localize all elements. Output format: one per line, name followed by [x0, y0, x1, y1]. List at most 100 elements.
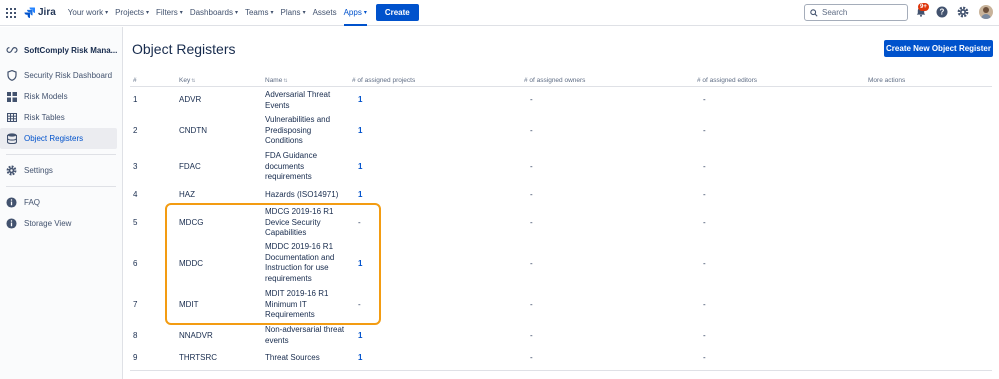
- column-label: Key: [179, 77, 191, 84]
- row-name[interactable]: Hazards (ISO14971): [265, 190, 365, 201]
- svg-text:?: ?: [940, 8, 945, 17]
- sidebar-item-label: Storage View: [24, 219, 72, 228]
- nav-label: Assets: [312, 8, 337, 17]
- notification-badge: 9+: [918, 3, 929, 11]
- sort-icon: ⇅: [283, 78, 288, 84]
- table-header-divider: [130, 86, 992, 87]
- nav-label: Apps: [343, 8, 362, 17]
- sidebar-item-risk-models[interactable]: Risk Models: [0, 86, 122, 107]
- sidebar-item-label: Settings: [24, 166, 53, 175]
- row-owners-count: -: [530, 126, 533, 135]
- sidebar-item-risk-tables[interactable]: Risk Tables: [0, 107, 122, 128]
- search-icon: [810, 8, 818, 17]
- project-header[interactable]: SoftComply Risk Mana...: [0, 42, 122, 58]
- column-header-key[interactable]: Key⇅: [179, 77, 195, 84]
- app-switcher-icon[interactable]: [6, 7, 16, 18]
- highlight-annotation-box: [165, 203, 381, 325]
- column-label: #: [133, 77, 137, 84]
- row-name[interactable]: FDA Guidance documents requirements: [265, 151, 345, 183]
- nav-apps[interactable]: Apps ▾: [343, 0, 368, 26]
- row-owners-count: -: [530, 95, 533, 104]
- database-icon: [6, 133, 17, 144]
- nav-projects[interactable]: Projects ▾: [115, 0, 149, 26]
- nav-plans[interactable]: Plans ▾: [281, 0, 306, 26]
- column-label: # of assigned editors: [697, 77, 757, 84]
- row-projects-count[interactable]: 1: [358, 190, 362, 201]
- nav-your-work[interactable]: Your work ▾: [68, 0, 108, 26]
- sidebar-item-label: Risk Models: [24, 92, 68, 101]
- nav-label: Teams: [244, 8, 269, 17]
- row-projects-count[interactable]: 1: [358, 353, 362, 364]
- create-object-register-button[interactable]: Create New Object Register: [884, 40, 993, 57]
- gear-icon[interactable]: [957, 6, 969, 18]
- project-logo-icon: [6, 46, 18, 54]
- row-editors-count: -: [703, 190, 706, 199]
- row-number: 3: [133, 162, 138, 171]
- sidebar-item-label: Security Risk Dashboard: [24, 71, 113, 80]
- column-header-name[interactable]: Name⇅: [265, 77, 288, 84]
- row-editors-count: -: [703, 126, 706, 135]
- row-owners-count: -: [530, 331, 533, 340]
- column-header-projects: # of assigned projects: [352, 77, 415, 84]
- search-input[interactable]: Search: [804, 4, 908, 21]
- sidebar: SoftComply Risk Mana... Security Risk Da…: [0, 27, 123, 379]
- row-key: HAZ: [179, 190, 195, 199]
- column-header-num[interactable]: #: [133, 77, 137, 84]
- table-icon: [6, 112, 17, 123]
- row-editors-count: -: [703, 218, 706, 227]
- project-name: SoftComply Risk Mana...: [24, 45, 118, 55]
- sort-icon: ⇅: [191, 78, 196, 84]
- row-owners-count: -: [530, 218, 533, 227]
- info-icon: [6, 218, 17, 229]
- row-name[interactable]: Non-adversarial threat events: [265, 325, 345, 346]
- row-owners-count: -: [530, 300, 533, 309]
- sidebar-item-security-risk-dashboard[interactable]: Security Risk Dashboard: [0, 65, 122, 86]
- nav-assets[interactable]: Assets: [313, 0, 337, 26]
- row-number: 5: [133, 218, 138, 227]
- row-name[interactable]: Threat Sources: [265, 353, 365, 364]
- shield-icon: [6, 70, 17, 81]
- row-projects-count[interactable]: 1: [358, 331, 362, 342]
- sidebar-item-faq[interactable]: FAQ: [0, 192, 122, 213]
- sidebar-item-object-registers[interactable]: Object Registers: [0, 128, 117, 149]
- row-editors-count: -: [703, 162, 706, 171]
- logo-text: Jira: [38, 7, 56, 18]
- column-label: Name: [265, 77, 283, 84]
- row-projects-count[interactable]: 1: [358, 126, 362, 137]
- sidebar-item-label: FAQ: [24, 198, 41, 207]
- row-number: 6: [133, 259, 138, 268]
- row-projects-count[interactable]: 1: [358, 162, 362, 173]
- nav-filters[interactable]: Filters ▾: [156, 0, 183, 26]
- row-name[interactable]: Vulnerabilities and Predisposing Conditi…: [265, 115, 345, 147]
- sidebar-item-storage-view[interactable]: Storage View: [0, 213, 122, 234]
- divider: [6, 186, 116, 187]
- help-icon[interactable]: ?: [936, 6, 948, 18]
- row-number: 7: [133, 300, 138, 309]
- column-header-owners: # of assigned owners: [524, 77, 585, 84]
- jira-logo[interactable]: Jira: [24, 7, 56, 18]
- row-editors-count: -: [703, 353, 706, 362]
- settings-gear-icon: [6, 165, 17, 176]
- nav-teams[interactable]: Teams ▾: [245, 0, 274, 26]
- row-editors-count: -: [703, 331, 706, 340]
- jira-icon: [24, 7, 35, 18]
- create-button[interactable]: Create: [375, 4, 419, 21]
- nav-dashboards[interactable]: Dashboards ▾: [190, 0, 238, 26]
- sidebar-item-label: Risk Tables: [24, 113, 65, 122]
- column-label: More actions: [868, 77, 906, 84]
- nav-label: Filters: [156, 8, 178, 17]
- column-label: # of assigned owners: [524, 77, 586, 84]
- row-projects-count[interactable]: 1: [358, 95, 362, 106]
- row-key: NNADVR: [179, 331, 213, 340]
- info-icon: [6, 197, 17, 208]
- nav-label: Plans: [280, 8, 301, 17]
- row-name[interactable]: Adversarial Threat Events: [265, 90, 345, 111]
- table-bottom-divider: [130, 370, 992, 371]
- column-header-actions: More actions: [868, 77, 905, 84]
- sidebar-item-settings[interactable]: Settings: [0, 160, 122, 181]
- row-editors-count: -: [703, 300, 706, 309]
- chevron-down-icon: ▾: [234, 10, 238, 16]
- row-key: FDAC: [179, 162, 201, 171]
- avatar[interactable]: [979, 5, 993, 19]
- row-number: 1: [133, 95, 138, 104]
